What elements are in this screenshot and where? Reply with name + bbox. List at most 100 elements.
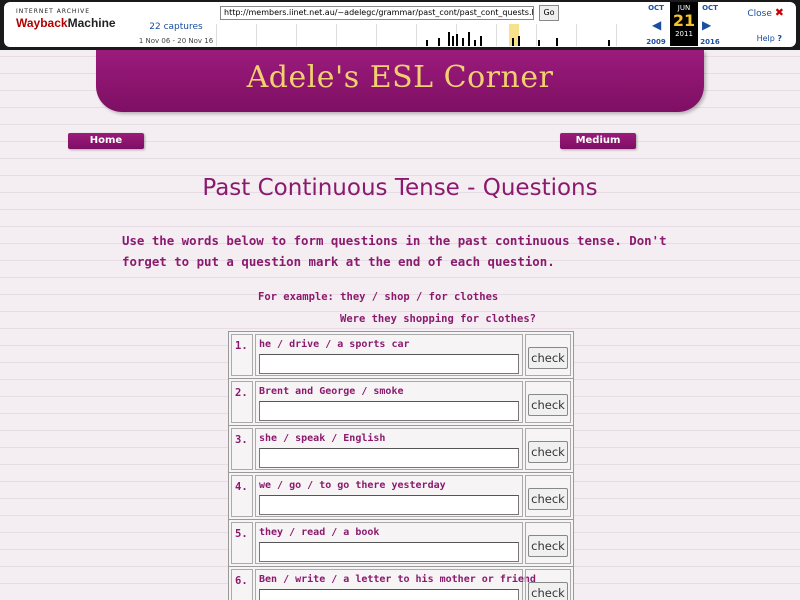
check-cell: check [525, 428, 571, 470]
wayback-logo-top: INTERNET ARCHIVE [16, 8, 91, 15]
medium-button[interactable]: Medium [560, 133, 636, 149]
sparkline-year-divider [296, 24, 297, 46]
sparkline-year-divider [616, 24, 617, 46]
check-cell: check [525, 334, 571, 376]
table-row: 3. she / speak / English check [229, 426, 573, 473]
wayback-logo[interactable]: INTERNET ARCHIVE WaybackMachine [16, 8, 116, 30]
sparkline-year-divider [496, 24, 497, 46]
answer-input[interactable] [259, 401, 519, 421]
home-button[interactable]: Home [68, 133, 144, 149]
wayback-help-label: Help [756, 34, 775, 43]
table-row: 5. they / read / a book check [229, 520, 573, 567]
wayback-go-button[interactable]: Go [539, 5, 559, 21]
wayback-next-arrow-icon[interactable]: ▶ [702, 18, 711, 32]
wayback-url-input[interactable]: http://members.iinet.net.au/~adelegc/gra… [220, 6, 534, 20]
check-button[interactable]: check [528, 347, 568, 369]
check-button[interactable]: check [528, 488, 568, 510]
wayback-capture-range: 1 Nov 06 - 20 Nov 16 [138, 37, 214, 45]
sparkline-year-divider [576, 24, 577, 46]
question-cell: Ben / write / a letter to his mother or … [255, 569, 536, 600]
question-number: 6. [231, 569, 253, 600]
check-cell: check [525, 569, 571, 600]
wayback-captures: 22 captures 1 Nov 06 - 20 Nov 16 [136, 22, 216, 45]
check-button[interactable]: check [528, 394, 568, 416]
site-banner: Adele's ESL Corner [96, 50, 704, 112]
sparkline-bar [456, 34, 458, 46]
wayback-prev-arrow-icon[interactable]: ◀ [652, 18, 661, 32]
wayback-current-year: 2011 [675, 30, 693, 38]
sparkline-bar [512, 38, 514, 46]
question-cell: he / drive / a sports car [255, 334, 523, 376]
exercise-table: 1. he / drive / a sports car check 2. Brent … [228, 331, 574, 600]
answer-input[interactable] [259, 354, 519, 374]
help-icon: ? [777, 34, 782, 43]
example-prompt: For example: they / shop / for clothes [258, 291, 499, 303]
sparkline-year-divider [336, 24, 337, 46]
sparkline-bar [438, 38, 440, 46]
sparkline-bar [518, 36, 520, 46]
check-button[interactable]: check [528, 582, 568, 600]
answer-input[interactable] [259, 448, 519, 468]
sparkline-bar [468, 32, 470, 46]
check-cell: check [525, 522, 571, 564]
sparkline-bar [538, 40, 540, 46]
sparkline-bar [556, 38, 558, 46]
question-cell: Brent and George / smoke [255, 381, 523, 423]
sparkline-year-divider [376, 24, 377, 46]
check-cell: check [525, 381, 571, 423]
sparkline-year-divider [536, 24, 537, 46]
question-prompt: Ben / write / a letter to his mother or … [259, 574, 536, 585]
question-cell: we / go / to go there yesterday [255, 475, 523, 517]
sparkline-bar [462, 38, 464, 46]
wayback-toolbar-inner: INTERNET ARCHIVE WaybackMachine 22 captu… [4, 2, 796, 47]
table-row: 2. Brent and George / smoke check [229, 379, 573, 426]
table-row: 4. we / go / to go there yesterday check [229, 473, 573, 520]
instructions-text: Use the words below to form questions in… [122, 233, 667, 269]
sparkline-year-divider [416, 24, 417, 46]
check-button[interactable]: check [528, 441, 568, 463]
wayback-next-year[interactable]: 2016 [695, 38, 725, 46]
wayback-next-month[interactable]: OCT [695, 4, 725, 12]
check-cell: check [525, 475, 571, 517]
wayback-logo-main: WaybackMachine [16, 16, 116, 30]
question-number: 2. [231, 381, 253, 423]
sparkline-year-divider [216, 24, 217, 46]
page-title: Past Continuous Tense - Questions [202, 175, 598, 201]
table-row: 1. he / drive / a sports car check [229, 332, 573, 379]
sparkline-year-divider [256, 24, 257, 46]
question-cell: they / read / a book [255, 522, 523, 564]
sparkline-bar [426, 40, 428, 46]
close-icon: ✖ [774, 6, 784, 19]
question-prompt: he / drive / a sports car [259, 339, 410, 350]
question-prompt: we / go / to go there yesterday [259, 480, 446, 491]
sparkline-bar [452, 36, 454, 46]
answer-input[interactable] [259, 542, 519, 562]
answer-input[interactable] [259, 495, 519, 515]
sparkline-bar [480, 36, 482, 46]
wayback-sparkline[interactable] [216, 24, 644, 46]
question-number: 3. [231, 428, 253, 470]
example-answer: Were they shopping for clothes? [340, 313, 536, 325]
question-number: 4. [231, 475, 253, 517]
question-prompt: she / speak / English [259, 433, 386, 444]
wayback-current-date: JUN 21 2011 [670, 2, 698, 46]
site-title: Adele's ESL Corner [246, 60, 554, 95]
wayback-prev-year[interactable]: 2009 [641, 38, 671, 46]
wayback-help-button[interactable]: Help ? [757, 34, 782, 43]
question-prompt: Brent and George / smoke [259, 386, 404, 397]
sparkline-bar [608, 40, 610, 46]
wayback-close-button[interactable]: Close ✖ [747, 6, 784, 19]
question-cell: she / speak / English [255, 428, 523, 470]
sparkline-bar [474, 40, 476, 46]
wayback-close-label: Close [747, 9, 772, 19]
wayback-captures-link[interactable]: 22 captures [136, 22, 216, 32]
wayback-current-day: 21 [672, 11, 696, 30]
answer-input[interactable] [259, 589, 519, 600]
wayback-prev-month[interactable]: OCT [641, 4, 671, 12]
wayback-toolbar: INTERNET ARCHIVE WaybackMachine 22 captu… [0, 0, 800, 50]
check-button[interactable]: check [528, 535, 568, 557]
question-number: 5. [231, 522, 253, 564]
table-row: 6. Ben / write / a letter to his mother o… [229, 567, 573, 600]
question-prompt: they / read / a book [259, 527, 380, 538]
sparkline-bar [448, 32, 450, 46]
